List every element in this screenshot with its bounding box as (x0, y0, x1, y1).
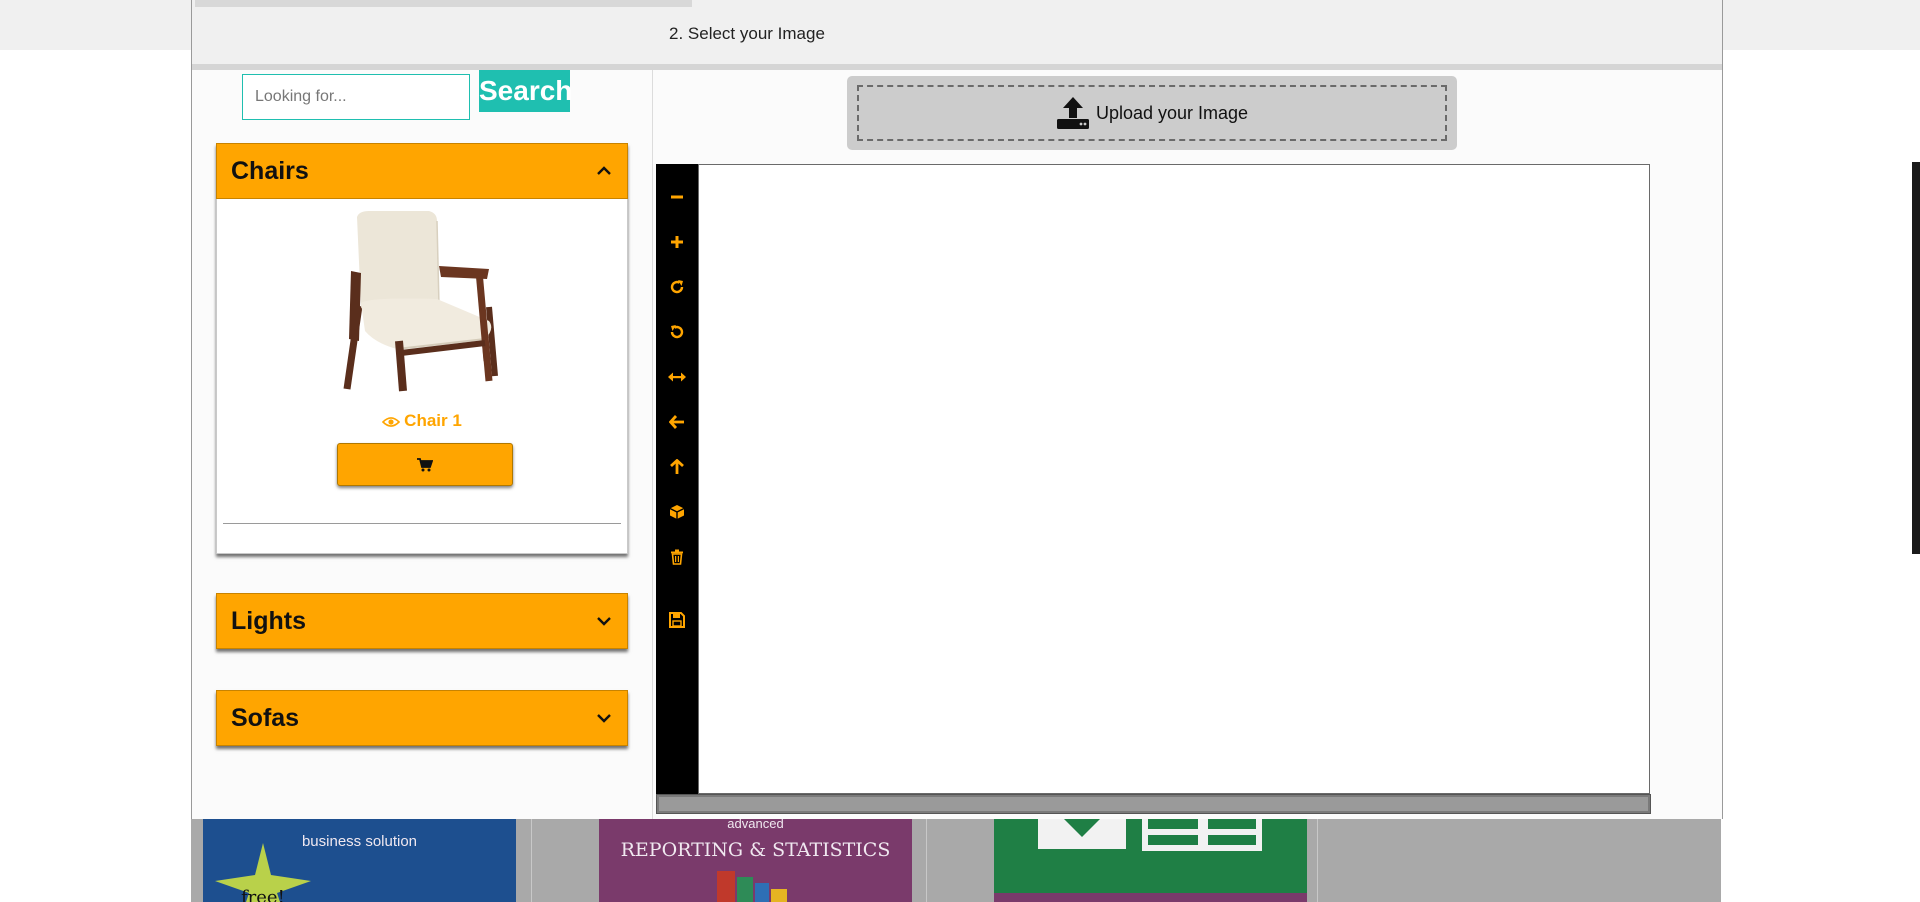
divider (531, 819, 532, 902)
flip-horizontal-button[interactable] (665, 365, 689, 389)
free-badge: free! (241, 887, 285, 902)
image-editor (656, 164, 1651, 814)
ad-banner-reporting[interactable]: advanced REPORTING & STATISTICS (599, 819, 912, 902)
accordion-header-chairs[interactable]: Chairs (216, 143, 628, 199)
search-input[interactable] (242, 74, 470, 120)
chevron-down-icon (597, 617, 611, 626)
upload-dropzone[interactable]: Upload your Image (857, 85, 1447, 141)
ad-title: REPORTING & STATISTICS (620, 839, 891, 861)
delete-button[interactable] (665, 545, 689, 569)
zoom-in-button[interactable] (665, 230, 689, 254)
page-scrollbar-thumb[interactable] (1912, 162, 1920, 554)
arrow-up-icon (670, 459, 684, 474)
product-name-text: Chair 1 (404, 411, 462, 430)
designer-modal: 2. Select your Image Search Chairs (191, 0, 1723, 819)
move-left-button[interactable] (665, 410, 689, 434)
accordion-title: Sofas (231, 703, 300, 732)
step-progress-bar (195, 0, 692, 7)
cube-icon (669, 505, 685, 519)
accordion-header-lights[interactable]: Lights (216, 593, 628, 649)
divider (926, 819, 927, 902)
ad-text: advanced (727, 819, 784, 831)
editor-toolbar (656, 164, 698, 794)
ad-strip: business solution free! advanced REPORTI… (191, 819, 1721, 902)
ad-banner-business[interactable]: business solution free! (203, 819, 516, 902)
accordion-header-sofas[interactable]: Sofas (216, 690, 628, 746)
rotate-right-icon (670, 280, 684, 294)
upload-icon (1056, 97, 1089, 129)
bar-chart-icon (717, 871, 787, 902)
excel-logo-icon (1038, 819, 1262, 851)
ad-strip-bottom (994, 893, 1307, 902)
arrow-left-icon (669, 415, 684, 429)
accordion-chairs: Chairs Chair 1 (216, 143, 628, 554)
design-canvas[interactable] (698, 164, 1650, 794)
move-up-button[interactable] (665, 455, 689, 479)
add-to-cart-button[interactable] (337, 443, 513, 486)
product-name[interactable]: Chair 1 (217, 411, 627, 431)
flip-horizontal-icon (668, 372, 686, 382)
ad-banner-excel[interactable] (994, 819, 1307, 902)
scrollbar-thumb[interactable] (659, 797, 1648, 811)
accordion-title: Chairs (231, 156, 309, 185)
product-image-chair[interactable] (339, 211, 503, 393)
rotate-left-button[interactable] (665, 320, 689, 344)
accordion-body-chairs: Chair 1 (216, 199, 628, 554)
upload-label: Upload your Image (1095, 102, 1249, 123)
accordion-title: Lights (231, 606, 306, 635)
horizontal-scrollbar[interactable] (656, 794, 1651, 814)
zoom-out-button[interactable] (665, 185, 689, 209)
chevron-up-icon (597, 166, 611, 175)
rotate-right-button[interactable] (665, 275, 689, 299)
search-button[interactable]: Search (479, 70, 572, 112)
editor-panel: Upload your Image (652, 70, 1723, 819)
divider (223, 523, 621, 524)
divider (1317, 819, 1318, 902)
trash-icon (671, 549, 683, 565)
rotate-left-icon (670, 325, 684, 339)
minus-icon (671, 195, 683, 199)
accordion-sofas: Sofas (216, 690, 628, 746)
step-label: 2. Select your Image (669, 24, 825, 43)
accordion-lights: Lights (216, 593, 628, 649)
eye-icon (382, 417, 401, 427)
3d-view-button[interactable] (665, 500, 689, 524)
save-button[interactable] (665, 608, 689, 632)
cart-icon (417, 457, 433, 471)
upload-area[interactable]: Upload your Image (847, 76, 1457, 150)
chevron-down-icon (597, 714, 611, 723)
catalog-panel: Search Chairs (192, 70, 652, 819)
plus-icon (671, 236, 683, 248)
save-icon (669, 612, 685, 628)
modal-header: 2. Select your Image (192, 0, 1722, 70)
